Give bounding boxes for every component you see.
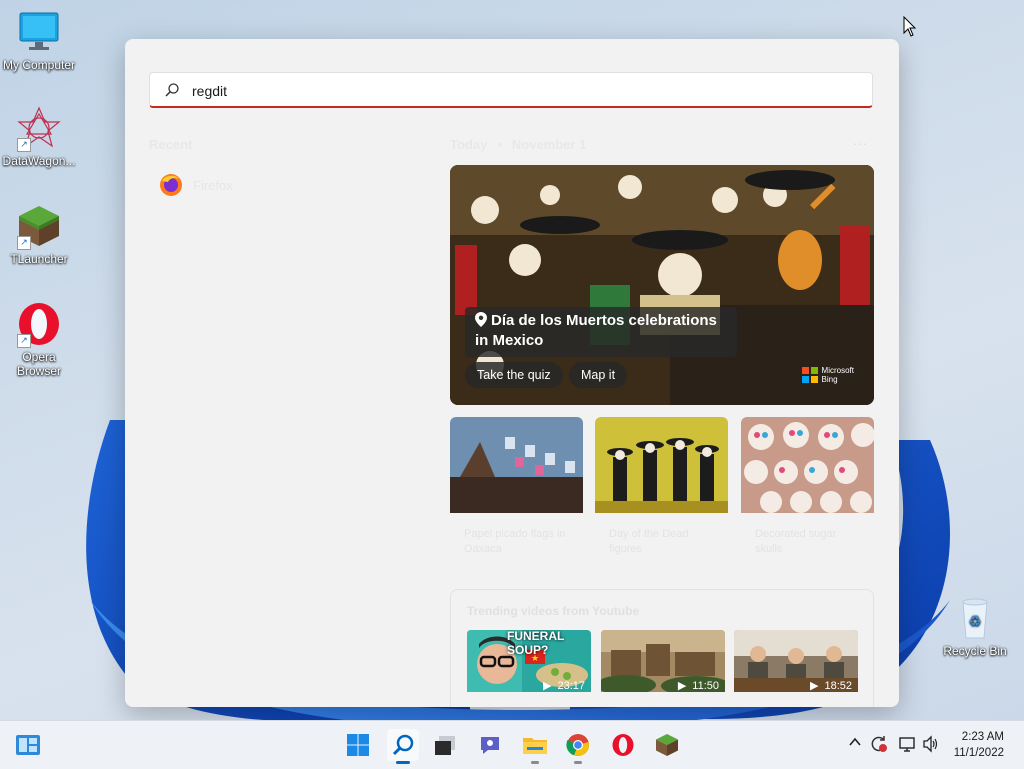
opera-icon: ↗ (17, 302, 61, 348)
card-thumbnail (595, 417, 728, 513)
microsoft-logo-icon (801, 367, 818, 383)
play-icon: ▶ (810, 680, 819, 692)
more-options-button[interactable]: ··· (853, 135, 867, 151)
chrome-icon (566, 734, 589, 757)
video-overlay-text: FUNERAL SOUP? (507, 630, 565, 657)
search-input[interactable] (190, 79, 854, 103)
play-icon: ▶ (677, 680, 687, 692)
start-button[interactable] (342, 729, 374, 761)
clock-date: 11/1/2022 (953, 747, 1004, 759)
desktop-icon-label: TLauncher (10, 252, 68, 266)
hero-card[interactable]: Día de los Muertos celebrations in Mexic… (450, 165, 874, 405)
firefox-icon (160, 174, 182, 196)
bing-brand-line1: Microsoft (821, 366, 854, 375)
chat-button[interactable] (474, 729, 506, 761)
hero-caption[interactable]: Día de los Muertos celebrations in Mexic… (465, 307, 737, 357)
running-indicator (574, 761, 582, 764)
active-indicator (396, 761, 410, 764)
taskbar: 2:23 AM 11/1/2022 (0, 720, 1024, 769)
tlauncher-icon (656, 734, 678, 756)
recent-item-firefox[interactable]: Firefox (159, 172, 233, 198)
desktop-icon-my-computer[interactable]: My Computer (1, 10, 77, 72)
today-header: Today • November 1 (450, 137, 586, 152)
video-thumbnail[interactable]: ▶ 18:52 (734, 630, 858, 692)
clock-time: 2:23 AM (961, 731, 1004, 743)
card-thumbnail (450, 417, 583, 513)
running-indicator (531, 761, 539, 764)
start-icon (347, 734, 369, 756)
play-icon: ▶ (543, 680, 552, 692)
map-it-button[interactable]: Map it (569, 362, 628, 388)
task-view-button[interactable] (429, 729, 461, 761)
search-icon (392, 734, 414, 756)
video-thumbnail[interactable]: ▶ 11:50 (601, 630, 725, 692)
opera-icon (612, 734, 634, 756)
video-thumbnail[interactable]: ★ FUNERAL SOUP? ▶ 23:17 (467, 630, 591, 692)
widgets-button[interactable] (12, 729, 44, 761)
card-caption: Decorated sugar skulls (755, 528, 837, 555)
today-separator: • (497, 137, 502, 152)
update-icon[interactable] (870, 735, 888, 753)
volume-icon[interactable] (922, 735, 940, 753)
hero-title: Día de los Muertos celebrations in Mexic… (475, 312, 717, 349)
trending-videos-title: Trending videos from Youtube (467, 604, 640, 618)
recent-heading: Recent (149, 137, 193, 152)
chevron-up-icon[interactable] (848, 735, 862, 749)
story-card[interactable]: Decorated sugar skulls (741, 417, 874, 567)
start-search-panel: Recent Firefox Today • November 1 ··· (125, 39, 899, 707)
chrome-button[interactable] (562, 729, 594, 764)
opera-button[interactable] (607, 729, 639, 761)
datawagon-icon: ↗ (17, 106, 61, 152)
widgets-icon (16, 735, 40, 755)
desktop-icon-label: Opera Browser (16, 350, 61, 378)
location-pin-icon (475, 312, 487, 327)
today-label: Today (450, 137, 488, 152)
bing-brand-line2: Bing (821, 375, 838, 384)
desktop-icon-opera[interactable]: ↗ Opera Browser (1, 302, 77, 378)
file-explorer-button[interactable] (519, 729, 551, 764)
desktop-icon-recycle-bin[interactable]: ♻ Recycle Bin (937, 596, 1013, 658)
desktop-icon-datawagon[interactable]: ↗ DataWagon... (1, 106, 77, 168)
search-icon (165, 83, 179, 97)
recent-item-label: Firefox (193, 177, 233, 193)
video-duration: ▶ 23:17 (543, 679, 585, 693)
story-card[interactable]: Day of the Dead figures (595, 417, 728, 567)
taskbar-search-button[interactable] (387, 729, 419, 764)
desktop-icon-label: Recycle Bin (943, 644, 1007, 658)
system-clock[interactable]: 2:23 AM 11/1/2022 (954, 729, 1004, 761)
mouse-cursor-icon (903, 16, 917, 37)
take-quiz-button[interactable]: Take the quiz (465, 362, 563, 388)
tlauncher-button[interactable] (651, 729, 683, 761)
recycle-bin-icon: ♻ (953, 596, 997, 640)
grass-block-icon: ↗ (17, 204, 61, 250)
shortcut-arrow-icon: ↗ (17, 236, 31, 250)
today-date: November 1 (511, 137, 587, 152)
network-icon[interactable] (898, 735, 916, 753)
desktop-icon-label: My Computer (2, 58, 76, 72)
shortcut-arrow-icon: ↗ (17, 334, 31, 348)
trending-videos-section: Trending videos from Youtube ★ FUNERAL S… (450, 589, 874, 707)
task-view-icon (435, 736, 455, 755)
search-box[interactable] (149, 72, 873, 108)
desktop-icon-label: DataWagon... (2, 154, 76, 168)
svg-text:♻: ♻ (969, 614, 982, 630)
story-card[interactable]: Papel picado flags in Oaxaca (450, 417, 583, 567)
shortcut-arrow-icon: ↗ (17, 138, 31, 152)
monitor-icon (17, 10, 61, 54)
video-duration: ▶ 18:52 (810, 679, 852, 693)
chat-icon (481, 737, 499, 754)
card-caption: Papel picado flags in Oaxaca (464, 528, 566, 555)
card-thumbnail (741, 417, 874, 513)
file-explorer-icon (523, 738, 547, 754)
video-duration: ▶ 11:50 (677, 679, 719, 693)
microsoft-bing-logo: Microsoft Bing (801, 366, 854, 384)
desktop-icon-tlauncher[interactable]: ↗ TLauncher (1, 204, 77, 266)
card-caption: Day of the Dead figures (609, 528, 689, 555)
